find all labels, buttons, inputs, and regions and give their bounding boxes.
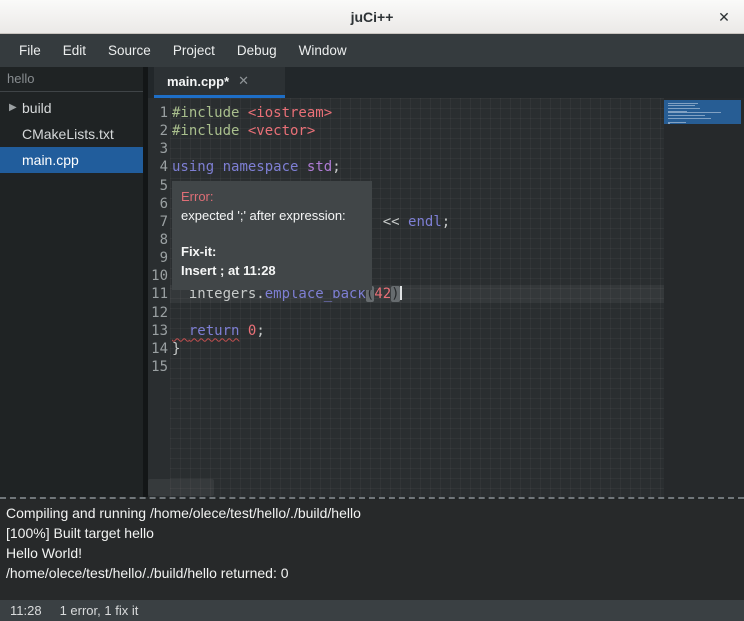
line-number: 2 [148, 122, 168, 140]
terminal-output-pane[interactable]: Compiling and running /home/olece/test/h… [0, 500, 744, 600]
code-line-2: #include <vector> [172, 122, 450, 140]
diagnostic-status: 1 error, 1 fix it [60, 603, 139, 618]
menu-item-project[interactable]: Project [162, 34, 226, 67]
tab-main-cpp[interactable]: main.cpp* ✕ [154, 67, 285, 98]
minimap-viewport[interactable] [664, 100, 741, 124]
minimap-code-line [668, 108, 700, 109]
file-tree: ▶ build CMakeLists.txt main.cpp [0, 92, 143, 173]
code-line-3 [172, 140, 450, 158]
tooltip-error-text: expected ';' after expression: [181, 206, 363, 225]
minimap-code-line [668, 123, 670, 124]
line-number: 12 [148, 304, 168, 322]
tooltip-fixit-label: Fix-it: [181, 242, 363, 261]
tab-close-icon[interactable]: ✕ [238, 73, 249, 89]
line-number: 1 [148, 104, 168, 122]
code-line-15 [172, 358, 450, 376]
editor-pane: main.cpp* ✕ 123456789101112131415 #inclu… [148, 67, 744, 497]
main-content: hello ▶ build CMakeLists.txt main.cpp main.… [0, 67, 744, 497]
terminal-line: Compiling and running /home/olece/test/h… [6, 503, 744, 523]
code-line-13: return 0; [172, 322, 450, 340]
file-tree-item-label: CMakeLists.txt [22, 126, 114, 142]
line-number: 5 [148, 177, 168, 195]
line-number: 7 [148, 213, 168, 231]
code-editor[interactable]: 123456789101112131415 #include <iostream… [148, 98, 744, 497]
terminal-line: /home/olece/test/hello/./build/hello ret… [6, 563, 744, 583]
cursor-position: 11:28 [10, 603, 42, 618]
code-line-1: #include <iostream> [172, 104, 450, 122]
line-number: 6 [148, 195, 168, 213]
menu-item-window[interactable]: Window [288, 34, 358, 67]
minimap[interactable] [664, 98, 744, 497]
menu-item-edit[interactable]: Edit [52, 34, 97, 67]
tab-label: main.cpp* [167, 74, 229, 89]
tooltip-error-label: Error: [181, 187, 363, 206]
diagnostic-tooltip: Error: expected ';' after expression: Fi… [172, 181, 372, 290]
horizontal-scrollbar-thumb[interactable] [148, 479, 214, 496]
line-number: 10 [148, 267, 168, 285]
status-bar: 11:28 1 error, 1 fix it [0, 600, 744, 621]
file-tree-item-label: build [22, 100, 52, 116]
text-caret [400, 286, 402, 300]
line-number: 3 [148, 140, 168, 158]
minimap-code-line [668, 122, 686, 123]
code-line-4: using namespace std; [172, 158, 450, 176]
menu-item-file[interactable]: File [8, 34, 52, 67]
terminal-line: Hello World! [6, 543, 744, 563]
line-number: 4 [148, 158, 168, 176]
minimap-code-line [668, 118, 711, 119]
minimap-code-line [668, 105, 695, 106]
menu-bar: FileEditSourceProjectDebugWindow [0, 34, 744, 67]
tab-bar: main.cpp* ✕ [148, 67, 744, 98]
code-line-12 [172, 304, 450, 322]
menu-item-debug[interactable]: Debug [226, 34, 288, 67]
close-window-icon[interactable]: ✕ [715, 8, 733, 26]
file-tree-item-cmakelists-txt[interactable]: CMakeLists.txt [0, 121, 143, 147]
line-number: 15 [148, 358, 168, 376]
file-tree-item-main-cpp[interactable]: main.cpp [0, 147, 143, 173]
line-number: 14 [148, 340, 168, 358]
code-line-14: } [172, 340, 450, 358]
tooltip-fixit-text: Insert ; at 11:28 [181, 261, 363, 280]
minimap-code-line [668, 115, 705, 116]
minimap-code-line [668, 112, 721, 113]
file-tree-item-label: main.cpp [22, 152, 79, 168]
line-number: 13 [148, 322, 168, 340]
expander-icon[interactable]: ▶ [9, 95, 17, 121]
title-bar: juCi++ ✕ [0, 0, 744, 34]
line-number: 11 [148, 285, 168, 303]
file-tree-sidebar: hello ▶ build CMakeLists.txt main.cpp [0, 67, 143, 497]
window-title: juCi++ [351, 9, 394, 25]
terminal-line: [100%] Built target hello [6, 523, 744, 543]
project-root-label: hello [0, 67, 143, 92]
line-number-gutter: 123456789101112131415 [148, 104, 168, 376]
line-number: 9 [148, 249, 168, 267]
line-number: 8 [148, 231, 168, 249]
menu-item-source[interactable]: Source [97, 34, 162, 67]
file-tree-item-build[interactable]: ▶ build [0, 95, 143, 121]
